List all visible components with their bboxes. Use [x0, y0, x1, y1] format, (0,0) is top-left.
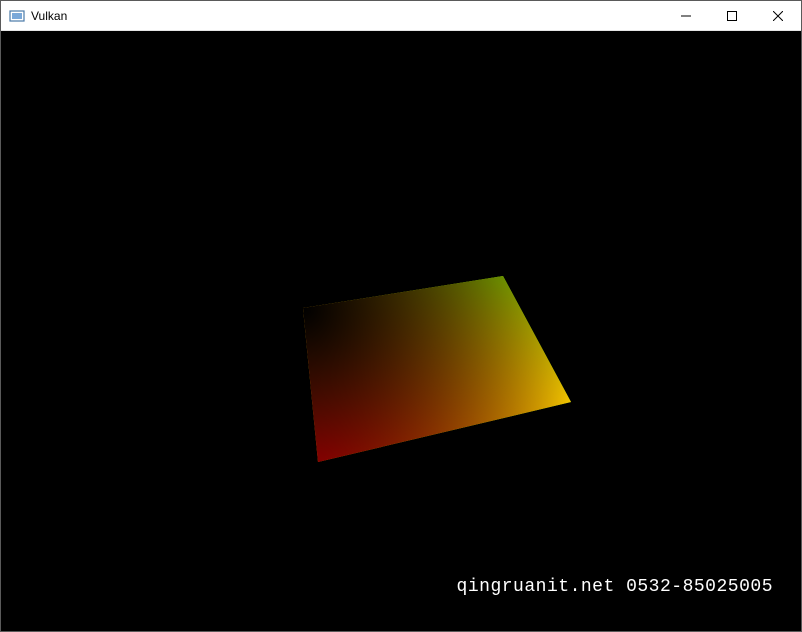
render-viewport: qingruanit.net 0532-85025005 — [1, 31, 801, 631]
minimize-icon — [681, 11, 691, 21]
rendered-quad — [271, 276, 591, 481]
app-window: Vulkan — [0, 0, 802, 632]
titlebar-left: Vulkan — [1, 8, 67, 24]
maximize-icon — [727, 11, 737, 21]
close-button[interactable] — [755, 1, 801, 30]
maximize-button[interactable] — [709, 1, 755, 30]
minimize-button[interactable] — [663, 1, 709, 30]
watermark-text: qingruanit.net 0532-85025005 — [457, 577, 773, 597]
close-icon — [773, 11, 783, 21]
window-title: Vulkan — [31, 9, 67, 23]
titlebar[interactable]: Vulkan — [1, 1, 801, 31]
window-controls — [663, 1, 801, 30]
app-icon — [9, 8, 25, 24]
